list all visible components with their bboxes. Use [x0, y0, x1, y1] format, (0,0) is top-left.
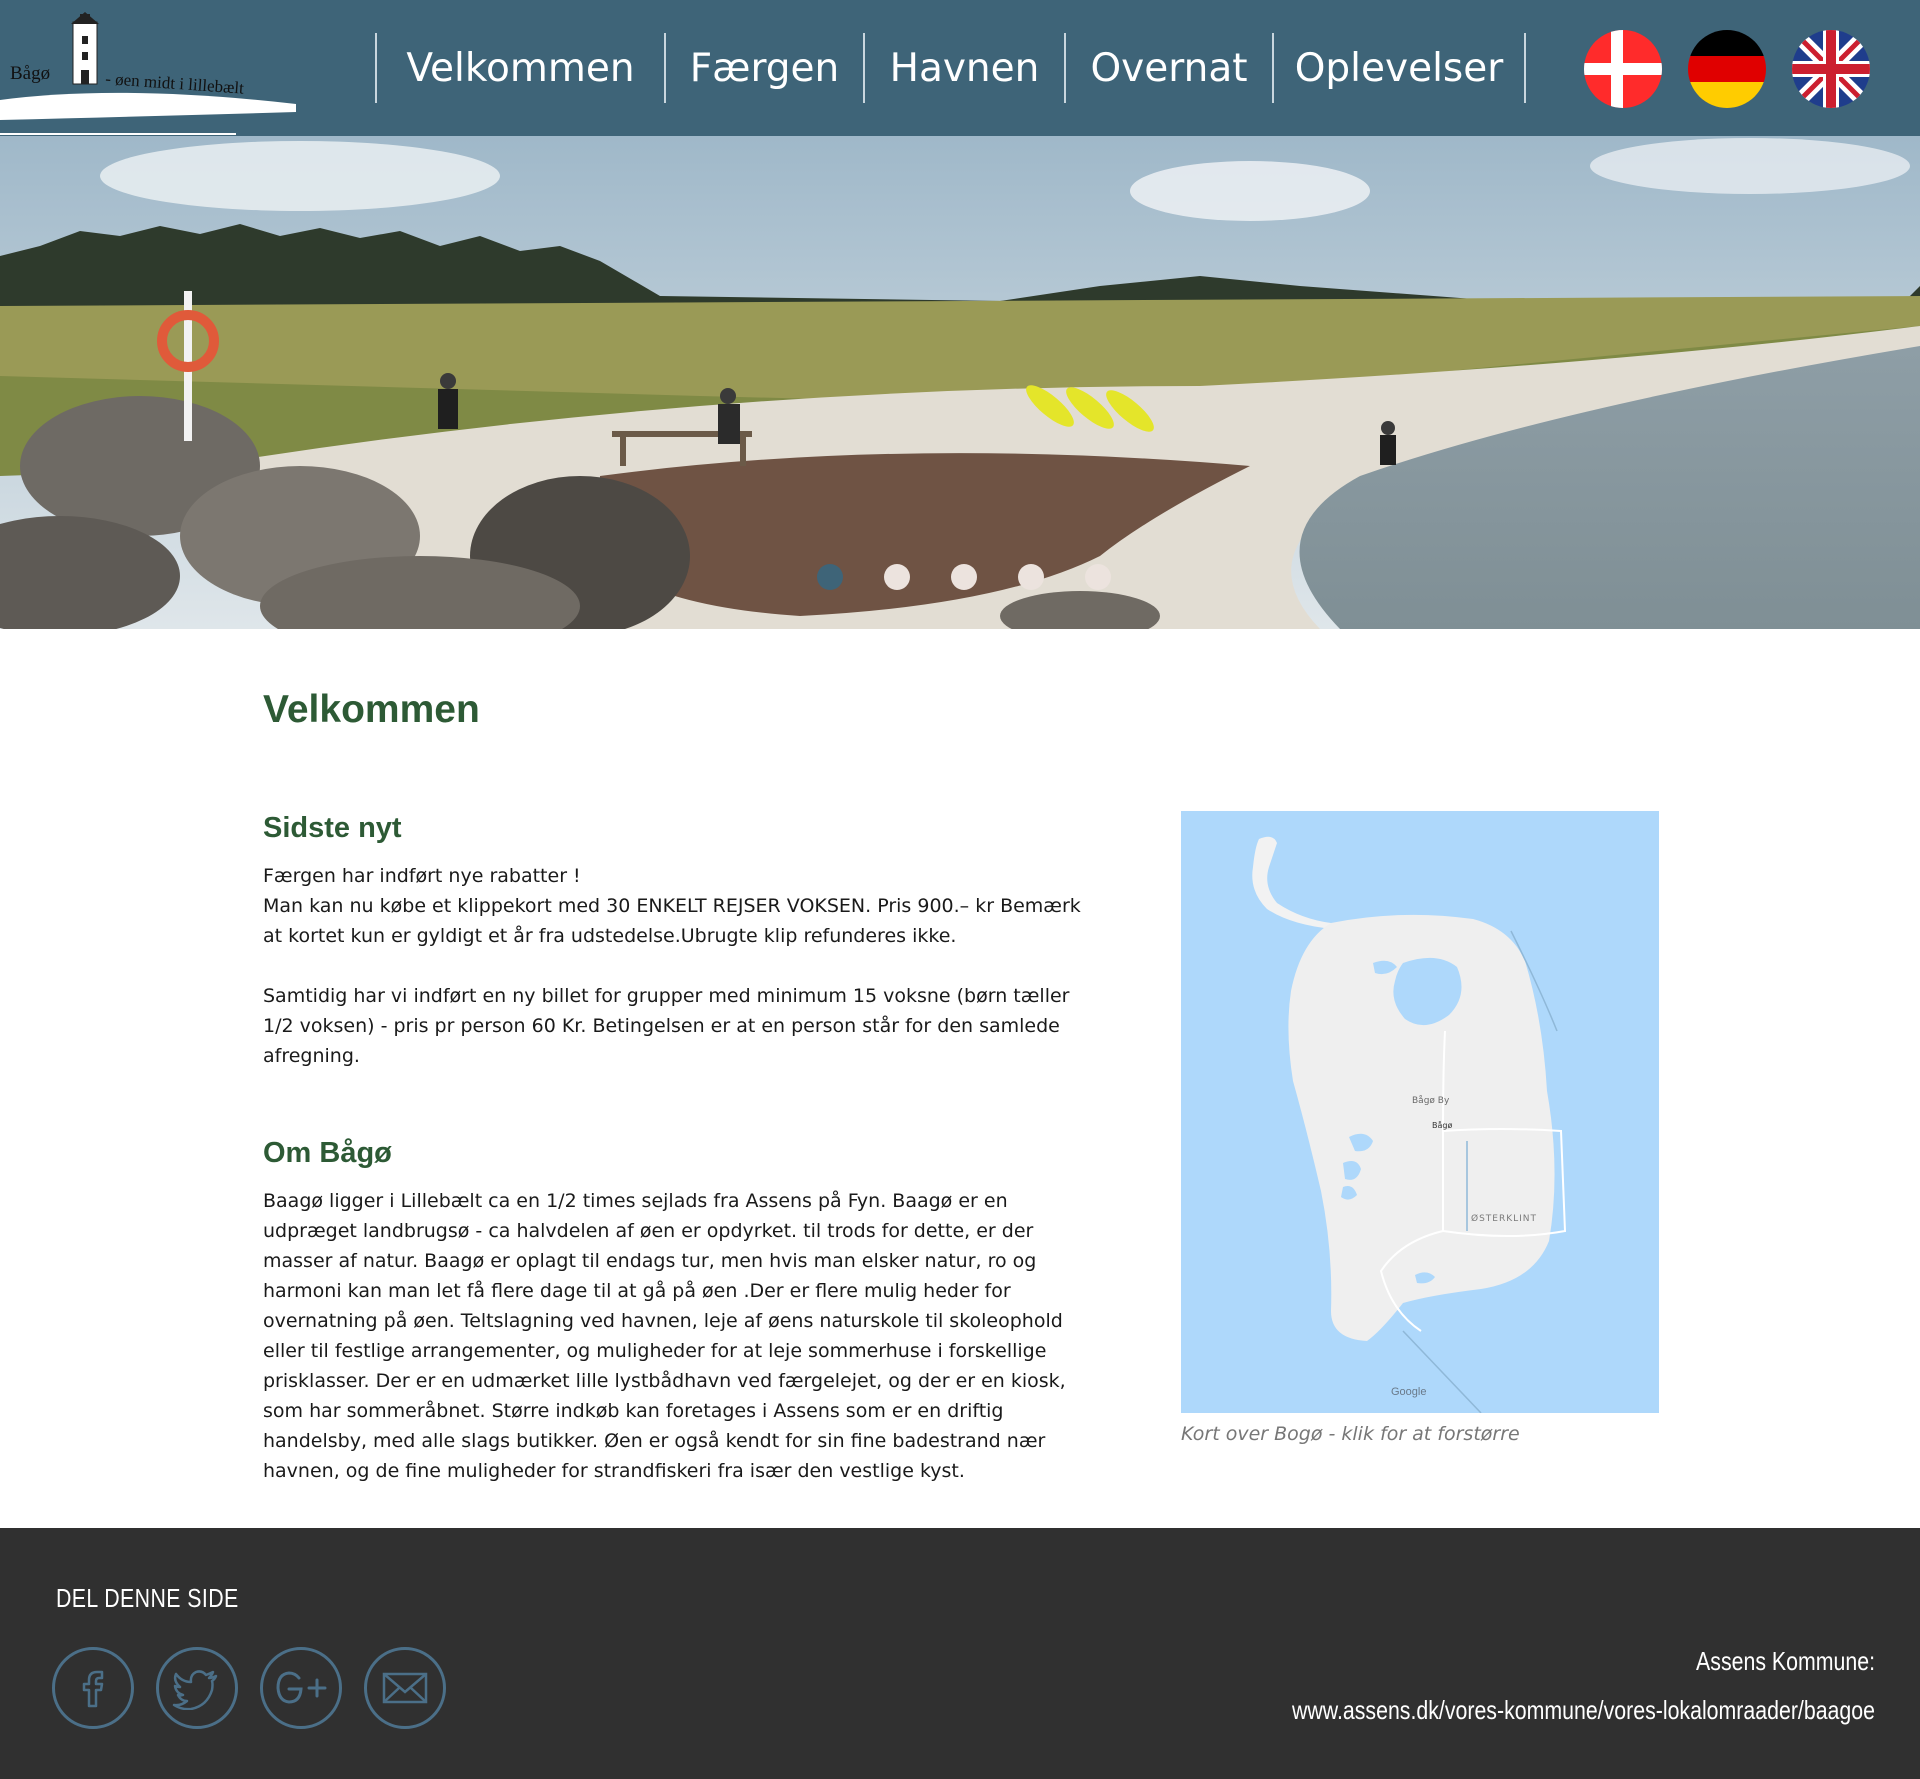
kommune-info: Assens Kommune: www.assens.dk/vores-komm… [1164, 1646, 1875, 1726]
about-heading: Om Bågø [263, 1137, 392, 1169]
nav-item-havnen[interactable]: Havnen [865, 33, 1064, 103]
news-body: Færgen har indført nye rabatter ! Man ka… [263, 861, 1093, 1071]
lighthouse-logo-icon: Bågø - øen midt i lillebælt [0, 12, 296, 135]
language-danish-button[interactable] [1584, 30, 1662, 108]
language-german-button[interactable] [1688, 30, 1766, 108]
slide-dot-1[interactable] [817, 564, 843, 590]
nav-divider [1524, 33, 1526, 103]
germany-flag-icon [1688, 30, 1766, 108]
share-facebook-button[interactable] [52, 1647, 134, 1729]
google-plus-icon [276, 1671, 327, 1704]
share-mail-button[interactable] [364, 1647, 446, 1729]
slideshow-pagination [817, 564, 1111, 590]
facebook-icon [82, 1670, 104, 1708]
kommune-link[interactable]: www.assens.dk/vores-kommune/vores-lokalo… [1292, 1695, 1875, 1726]
twitter-icon [172, 1670, 218, 1710]
island-map[interactable]: Bågø By Bågø ØSTERKLINT Google [1181, 811, 1659, 1413]
beach-photo-icon [0, 136, 1920, 629]
news-line-1: Færgen har indført nye rabatter ! [263, 865, 581, 887]
news-line-3: Samtidig har vi indført en ny billet for… [263, 985, 1070, 1067]
page-title: Velkommen [263, 688, 480, 731]
slide-dot-3[interactable] [951, 564, 977, 590]
map-figure: Bågø By Bågø ØSTERKLINT Google Kort over… [1181, 811, 1659, 1445]
news-section: Sidste nyt Færgen har indført nye rabatt… [263, 812, 1093, 1071]
denmark-flag-icon [1584, 30, 1662, 108]
share-twitter-button[interactable] [156, 1647, 238, 1729]
share-google-plus-button[interactable] [260, 1647, 342, 1729]
slide-dot-2[interactable] [884, 564, 910, 590]
site-logo[interactable]: Bågø - øen midt i lillebælt [0, 0, 300, 136]
nav-item-faergen[interactable]: Færgen [666, 33, 863, 103]
nav-item-velkommen[interactable]: Velkommen [377, 33, 664, 103]
slide-dot-5[interactable] [1085, 564, 1111, 590]
language-english-button[interactable] [1792, 30, 1870, 108]
map-provider-logo: Google [1391, 1386, 1426, 1398]
share-title: DEL DENNE SIDE [56, 1583, 239, 1613]
map-caption: Kort over Bogø - klik for at forstørre [1181, 1423, 1520, 1445]
footer: DEL DENNE SIDE Assens Kommune: www.assen… [0, 1528, 1920, 1779]
slide-dot-4[interactable] [1018, 564, 1044, 590]
about-body: Baagø ligger i Lillebælt ca en 1/2 times… [263, 1190, 1066, 1482]
news-line-2: Man kan nu købe et klippekort med 30 ENK… [263, 895, 1081, 947]
news-heading: Sidste nyt [263, 812, 402, 844]
logo-name: Bågø [10, 63, 50, 84]
share-buttons [52, 1647, 446, 1729]
language-selector [1584, 30, 1870, 108]
main-navigation: Velkommen Færgen Havnen Overnat Oplevels… [375, 33, 1526, 103]
top-navigation-bar: Bågø - øen midt i lillebælt Velkommen Fæ… [0, 0, 1920, 136]
map-town-label: Bågø By [1412, 1095, 1450, 1106]
mail-icon [382, 1672, 428, 1704]
nav-item-overnat[interactable]: Overnat [1066, 33, 1272, 103]
uk-flag-icon [1792, 30, 1870, 108]
about-section: Om Bågø Baagø ligger i Lillebælt ca en 1… [263, 1137, 1093, 1486]
map-place-label: Bågø [1432, 1120, 1452, 1130]
map-area-label: ØSTERKLINT [1471, 1213, 1537, 1224]
kommune-label: Assens Kommune: [1696, 1646, 1875, 1676]
nav-item-oplevelser[interactable]: Oplevelser [1274, 33, 1524, 103]
hero-slideshow[interactable] [0, 136, 1920, 629]
